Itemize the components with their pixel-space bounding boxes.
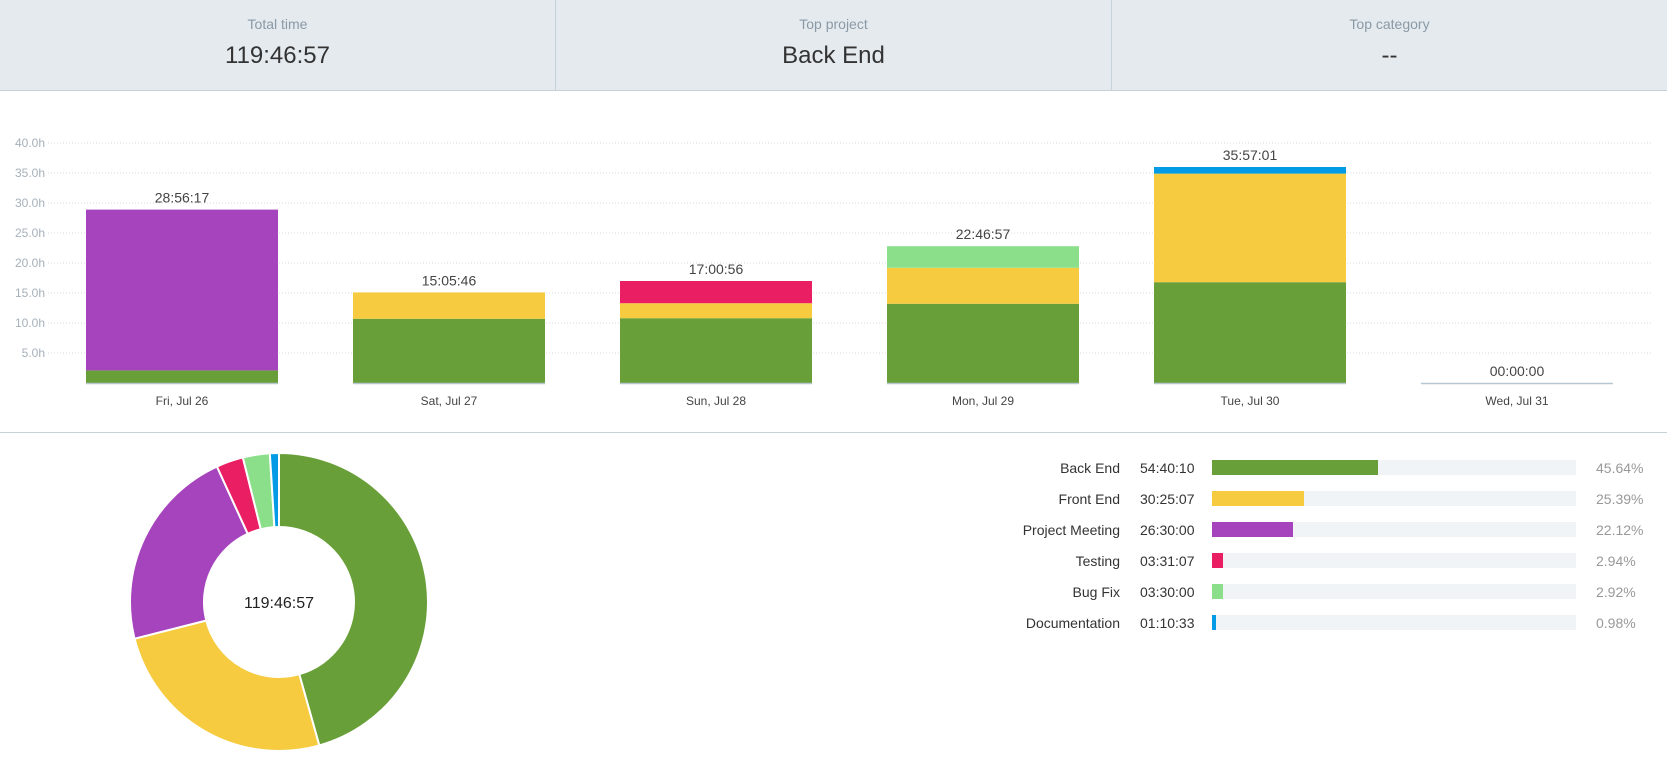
summary-category-value: -- [1381,42,1398,69]
bar-total-label: 17:00:56 [689,261,744,277]
legend-duration: 01:10:33 [1140,614,1195,631]
x-tick-label: Fri, Jul 26 [156,394,209,408]
bar-segment[interactable] [887,303,1079,383]
y-tick-label: 5.0h [22,346,45,360]
legend-progress-track [1212,522,1576,537]
legend-progress-fill [1212,491,1305,506]
summary-project-value: Back End [782,42,885,69]
legend-duration: 30:25:07 [1140,490,1195,507]
x-tick-label: Mon, Jul 29 [952,394,1014,408]
legend-project-name: Bug Fix [1072,583,1120,600]
legend-row[interactable]: Documentation 01:10:33 0.98% [960,607,1660,638]
project-donut-chart: 119:46:57 [129,451,429,752]
legend-percentage: 25.39% [1596,490,1644,507]
legend-progress-fill [1212,522,1293,537]
legend-project-name: Documentation [1025,614,1120,631]
legend-percentage: 45.64% [1596,459,1644,476]
legend-progress-fill [1212,460,1379,475]
legend-progress-track [1212,460,1576,475]
bar-total-label: 15:05:46 [422,272,477,288]
daily-bar-chart: 5.0h 10.0h 15.0h 20.0h 25.0h 30.0h 35.0h 40.0h 2… [15,136,1652,408]
bar-segment[interactable] [620,318,812,383]
legend-progress-track [1212,615,1576,630]
legend-project-name: Project Meeting [1022,521,1120,538]
legend-duration: 26:30:00 [1140,521,1195,538]
legend-row[interactable]: Back End 54:40:10 45.64% [960,452,1660,483]
x-tick-label: Sun, Jul 28 [686,394,746,408]
legend-project-name: Front End [1058,490,1120,507]
legend-percentage: 22.12% [1596,521,1644,538]
y-tick-label: 30.0h [15,196,45,210]
legend-duration: 54:40:10 [1140,459,1195,476]
legend-duration: 03:30:00 [1140,583,1195,600]
y-tick-label: 40.0h [15,136,45,150]
bar-segment[interactable] [887,267,1079,304]
bar-segment[interactable] [353,318,545,383]
legend-row[interactable]: Front End 30:25:07 25.39% [960,483,1660,514]
bar-total-label: 28:56:17 [155,190,210,206]
legend-percentage: 2.94% [1596,552,1636,569]
legend-percentage: 2.92% [1596,583,1636,600]
legend-row[interactable]: Bug Fix 03:30:00 2.92% [960,576,1660,607]
legend-percentage: 0.98% [1596,614,1636,631]
bar-segment[interactable] [1154,167,1346,174]
legend-progress-fill [1212,615,1216,630]
bar-segment[interactable] [887,246,1079,268]
legend-progress-track [1212,491,1576,506]
bar-segment[interactable] [86,370,278,383]
project-legend: Back End 54:40:10 45.64% Front End 30:25:07 2… [960,452,1660,638]
bar-segment[interactable] [1154,173,1346,283]
legend-progress-fill [1212,553,1223,568]
legend-project-name: Back End [1060,459,1120,476]
bar-segment[interactable] [86,209,278,371]
legend-progress-track [1212,553,1576,568]
x-tick-label: Sat, Jul 27 [421,394,478,408]
legend-project-name: Testing [1075,552,1120,569]
summary-total-value: 119:46:57 [225,42,330,69]
y-tick-label: 20.0h [15,256,45,270]
bar-total-label: 00:00:00 [1490,363,1545,379]
bar-total-label: 35:57:01 [1223,147,1278,163]
legend-progress-fill [1212,584,1223,599]
summary-category-label: Top category [1349,16,1430,32]
legend-duration: 03:31:07 [1140,552,1195,569]
summary-total-time: Total time 119:46:57 [0,0,556,90]
y-tick-label: 15.0h [15,286,45,300]
x-tick-label: Wed, Jul 31 [1485,394,1548,408]
bar-segment[interactable] [620,281,812,304]
legend-row[interactable]: Project Meeting 26:30:00 22.12% [960,514,1660,545]
legend-progress-track [1212,584,1576,599]
summary-top-category: Top category -- [1112,0,1667,90]
x-tick-label: Tue, Jul 30 [1221,394,1280,408]
y-tick-label: 35.0h [15,166,45,180]
legend-row[interactable]: Testing 03:31:07 2.94% [960,545,1660,576]
summary-top-project: Top project Back End [556,0,1112,90]
bar-segment[interactable] [353,292,545,319]
y-tick-label: 10.0h [15,316,45,330]
y-tick-label: 25.0h [15,226,45,240]
summary-bar: Total time 119:46:57 Top project Back En… [0,0,1667,91]
donut-slice[interactable] [133,619,321,752]
bar-segment[interactable] [620,303,812,319]
summary-project-label: Top project [799,16,868,32]
summary-total-label: Total time [247,16,308,32]
bar-total-label: 22:46:57 [956,226,1011,242]
donut-center-label: 119:46:57 [244,595,314,612]
bar-segment[interactable] [1154,282,1346,383]
